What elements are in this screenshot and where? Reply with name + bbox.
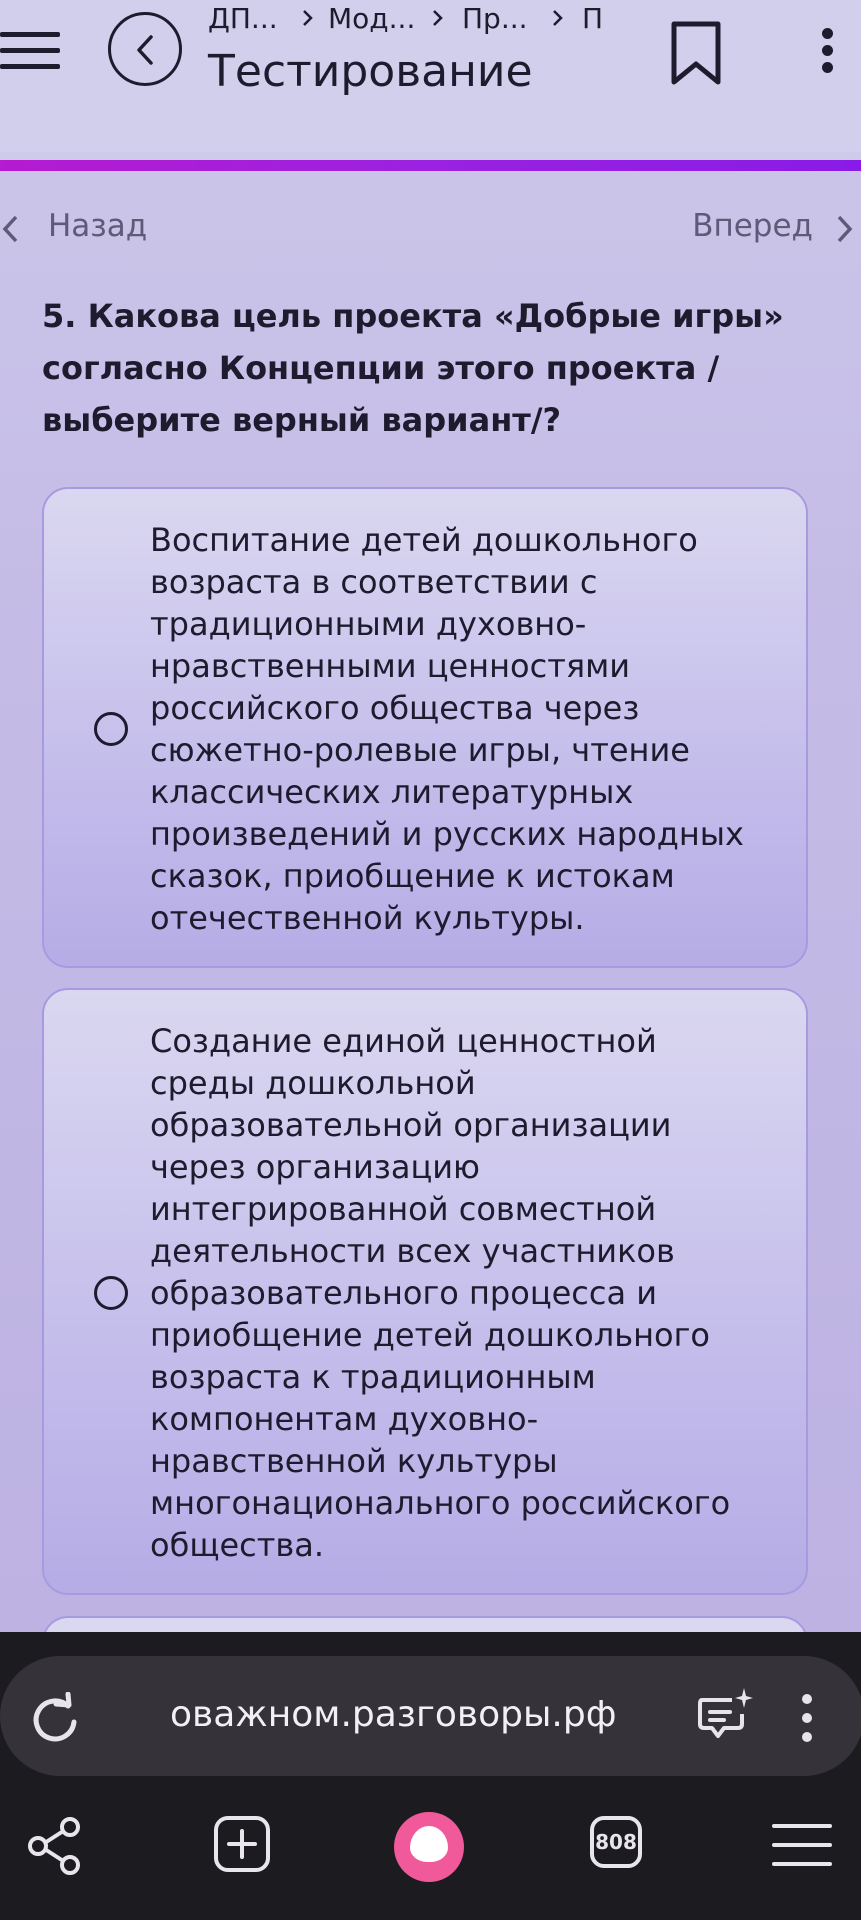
browser-chrome: оважном.разговоры.рф 808	[0, 1632, 861, 1920]
chevron-right-icon	[837, 215, 853, 243]
header-divider	[0, 152, 861, 160]
tabs-icon[interactable]: 808	[590, 1816, 642, 1868]
breadcrumb-item[interactable]: Пр...	[462, 2, 528, 35]
chevron-right-icon	[433, 10, 443, 26]
breadcrumb-item[interactable]: П	[582, 2, 603, 35]
browser-bottom-bar: 808	[0, 1812, 861, 1912]
share-icon[interactable]	[26, 1816, 82, 1876]
chat-sparkle-icon[interactable]	[696, 1684, 754, 1742]
more-vert-icon[interactable]	[818, 28, 838, 74]
reload-icon[interactable]	[28, 1692, 82, 1746]
breadcrumb-item[interactable]: Мод...	[328, 2, 415, 35]
app-header: ДП... Мод... Пр... П Тестирование	[0, 0, 861, 152]
question-text: 5. Какова цель проекта «Добрые игры» сог…	[42, 297, 784, 439]
breadcrumb-item[interactable]: ДП...	[208, 2, 278, 35]
back-button[interactable]	[108, 12, 182, 86]
more-vert-icon[interactable]	[800, 1694, 816, 1742]
page: ДП... Мод... Пр... П Тестирование Назад …	[0, 0, 861, 1632]
hamburger-icon[interactable]	[772, 1822, 832, 1868]
answer-option-text: Воспитание детей дошкольного возраста в …	[150, 521, 744, 937]
page-title: Тестирование	[208, 46, 533, 97]
nav-forward-button[interactable]: Вперед	[671, 206, 861, 250]
back-arrow-icon	[137, 35, 153, 65]
radio-icon[interactable]	[94, 712, 128, 746]
tabs-count: 808	[595, 1830, 637, 1854]
breadcrumb: ДП... Мод... Пр... П	[208, 2, 608, 38]
answer-option[interactable]: Воспитание детей дошкольного возраста в …	[42, 487, 808, 968]
answer-option[interactable]: Создание единой ценностной среды дошколь…	[42, 988, 808, 1595]
chevron-right-icon	[303, 10, 313, 26]
progress-accent-bar	[0, 160, 861, 171]
chevron-left-icon	[2, 215, 18, 243]
new-tab-icon[interactable]	[212, 1814, 272, 1874]
nav-forward-label: Вперед	[692, 208, 813, 244]
bookmark-icon[interactable]	[670, 20, 722, 86]
address-bar[interactable]: оважном.разговоры.рф	[0, 1656, 861, 1776]
menu-icon[interactable]	[0, 28, 60, 72]
radio-icon[interactable]	[94, 1276, 128, 1310]
answer-option[interactable]	[42, 1616, 808, 1632]
chevron-right-icon	[553, 10, 563, 26]
nav-back-label: Назад	[48, 208, 148, 244]
answer-option-text: Создание единой ценностной среды дошколь…	[150, 1022, 731, 1564]
url-text[interactable]: оважном.разговоры.рф	[170, 1694, 616, 1735]
alice-icon[interactable]	[394, 1812, 464, 1882]
